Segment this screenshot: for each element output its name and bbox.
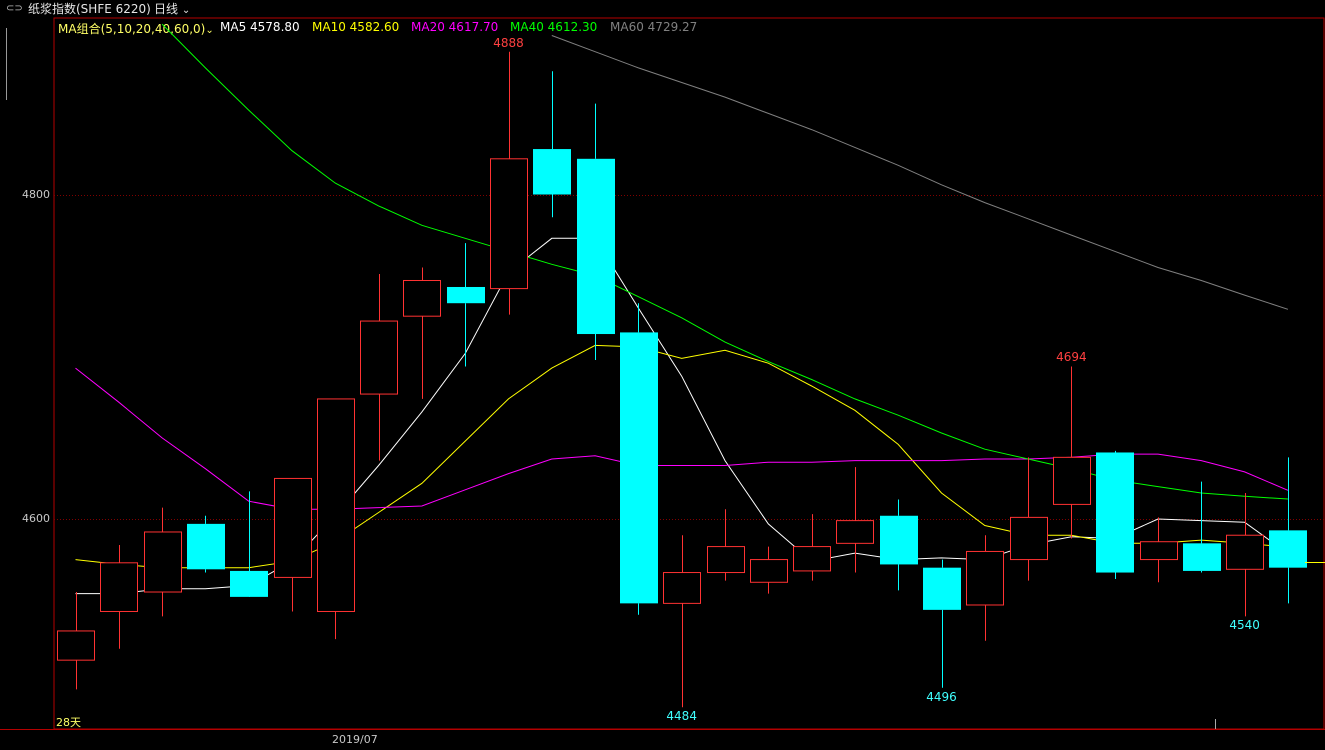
candlestick-chart[interactable] xyxy=(0,0,1325,750)
candle-body-up xyxy=(144,531,182,593)
candle-body-down xyxy=(230,570,268,597)
candle-body-down xyxy=(923,567,961,610)
candle-body-up xyxy=(1053,456,1091,505)
candle-body-up xyxy=(836,520,874,544)
candle-body-up xyxy=(100,562,138,612)
candle-body-up xyxy=(317,398,355,612)
low-price-label: 4484 xyxy=(666,709,697,724)
candle-body-down xyxy=(1269,530,1307,568)
candle-body-up xyxy=(403,279,441,317)
candle-body-up xyxy=(707,546,745,574)
ma60-line xyxy=(551,35,1289,310)
low-price-label: 4540 xyxy=(1229,618,1260,633)
candle-body-down xyxy=(533,149,571,195)
candle-body-up xyxy=(966,550,1004,606)
candle-body-up xyxy=(663,572,701,604)
low-price-label: 4496 xyxy=(926,689,957,704)
candle-body-up xyxy=(1226,534,1264,570)
candle-body-down xyxy=(187,523,225,570)
candle-body-up xyxy=(57,630,95,661)
candle-body-down xyxy=(1183,543,1221,571)
candle-body-down xyxy=(1096,452,1134,573)
candle-body-up xyxy=(490,158,528,290)
candle-body-up xyxy=(274,477,312,578)
candle-body-up xyxy=(750,559,788,583)
candle-body-up xyxy=(1010,516,1048,561)
high-price-label: 4694 xyxy=(1056,350,1087,365)
high-price-label: 4888 xyxy=(493,35,524,50)
candle-body-down xyxy=(620,332,658,604)
plot-frame xyxy=(53,17,1325,730)
candle-body-down xyxy=(880,515,918,565)
candle-body-up xyxy=(360,320,398,395)
candle-body-up xyxy=(1140,541,1178,561)
candle-body-down xyxy=(447,286,485,304)
candle-body-up xyxy=(793,546,831,572)
candle-body-down xyxy=(577,158,615,335)
